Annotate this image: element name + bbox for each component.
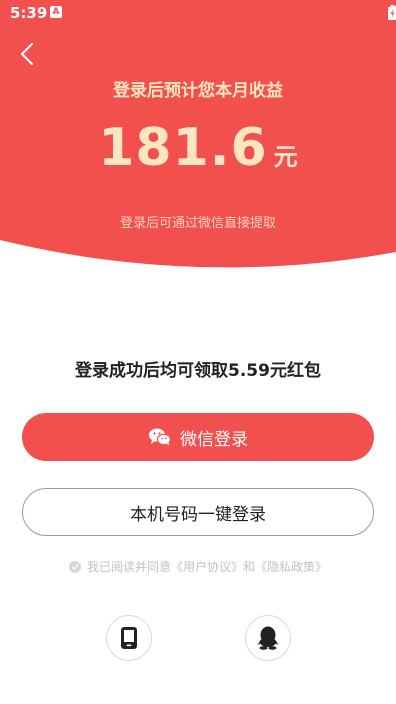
battery-icon xyxy=(388,5,396,20)
phone-login-label: 本机号码一键登录 xyxy=(130,504,266,525)
phone-icon xyxy=(121,627,137,649)
phone-login-button[interactable]: 本机号码一键登录 xyxy=(22,488,374,536)
hero-subtitle: 登录后可通过微信直接提取 xyxy=(119,216,276,231)
check-icon[interactable] xyxy=(68,560,81,573)
hero-banner: 5:39 A 登录后预计您本月收益 181.6 元 登录后可通过微信直接提取 xyxy=(0,0,396,280)
back-icon xyxy=(21,43,33,65)
amount-value: 181.6 xyxy=(98,118,268,178)
promo-text: 登录成功后均可领取5.59元红包 xyxy=(75,361,321,381)
wechat-icon xyxy=(148,427,172,447)
status-time: 5:39 xyxy=(10,4,48,22)
phone-login-option[interactable] xyxy=(106,615,152,661)
status-bar: 5:39 A xyxy=(0,0,396,26)
hero-title: 登录后预计您本月收益 xyxy=(113,81,283,101)
back-button[interactable] xyxy=(14,40,42,68)
wechat-login-button[interactable]: 微信登录 xyxy=(22,413,374,461)
qq-login-option[interactable] xyxy=(245,615,291,661)
agreement-row[interactable]: 我已阅读并同意《用户协议》和《隐私政策》 xyxy=(0,558,396,575)
wechat-login-label: 微信登录 xyxy=(180,429,248,450)
amount-unit: 元 xyxy=(273,143,298,171)
notification-icon: A xyxy=(50,6,62,18)
qq-icon xyxy=(257,626,279,650)
earnings-amount: 181.6 元 xyxy=(0,118,396,178)
agreement-text: 我已阅读并同意《用户协议》和《隐私政策》 xyxy=(86,560,327,574)
